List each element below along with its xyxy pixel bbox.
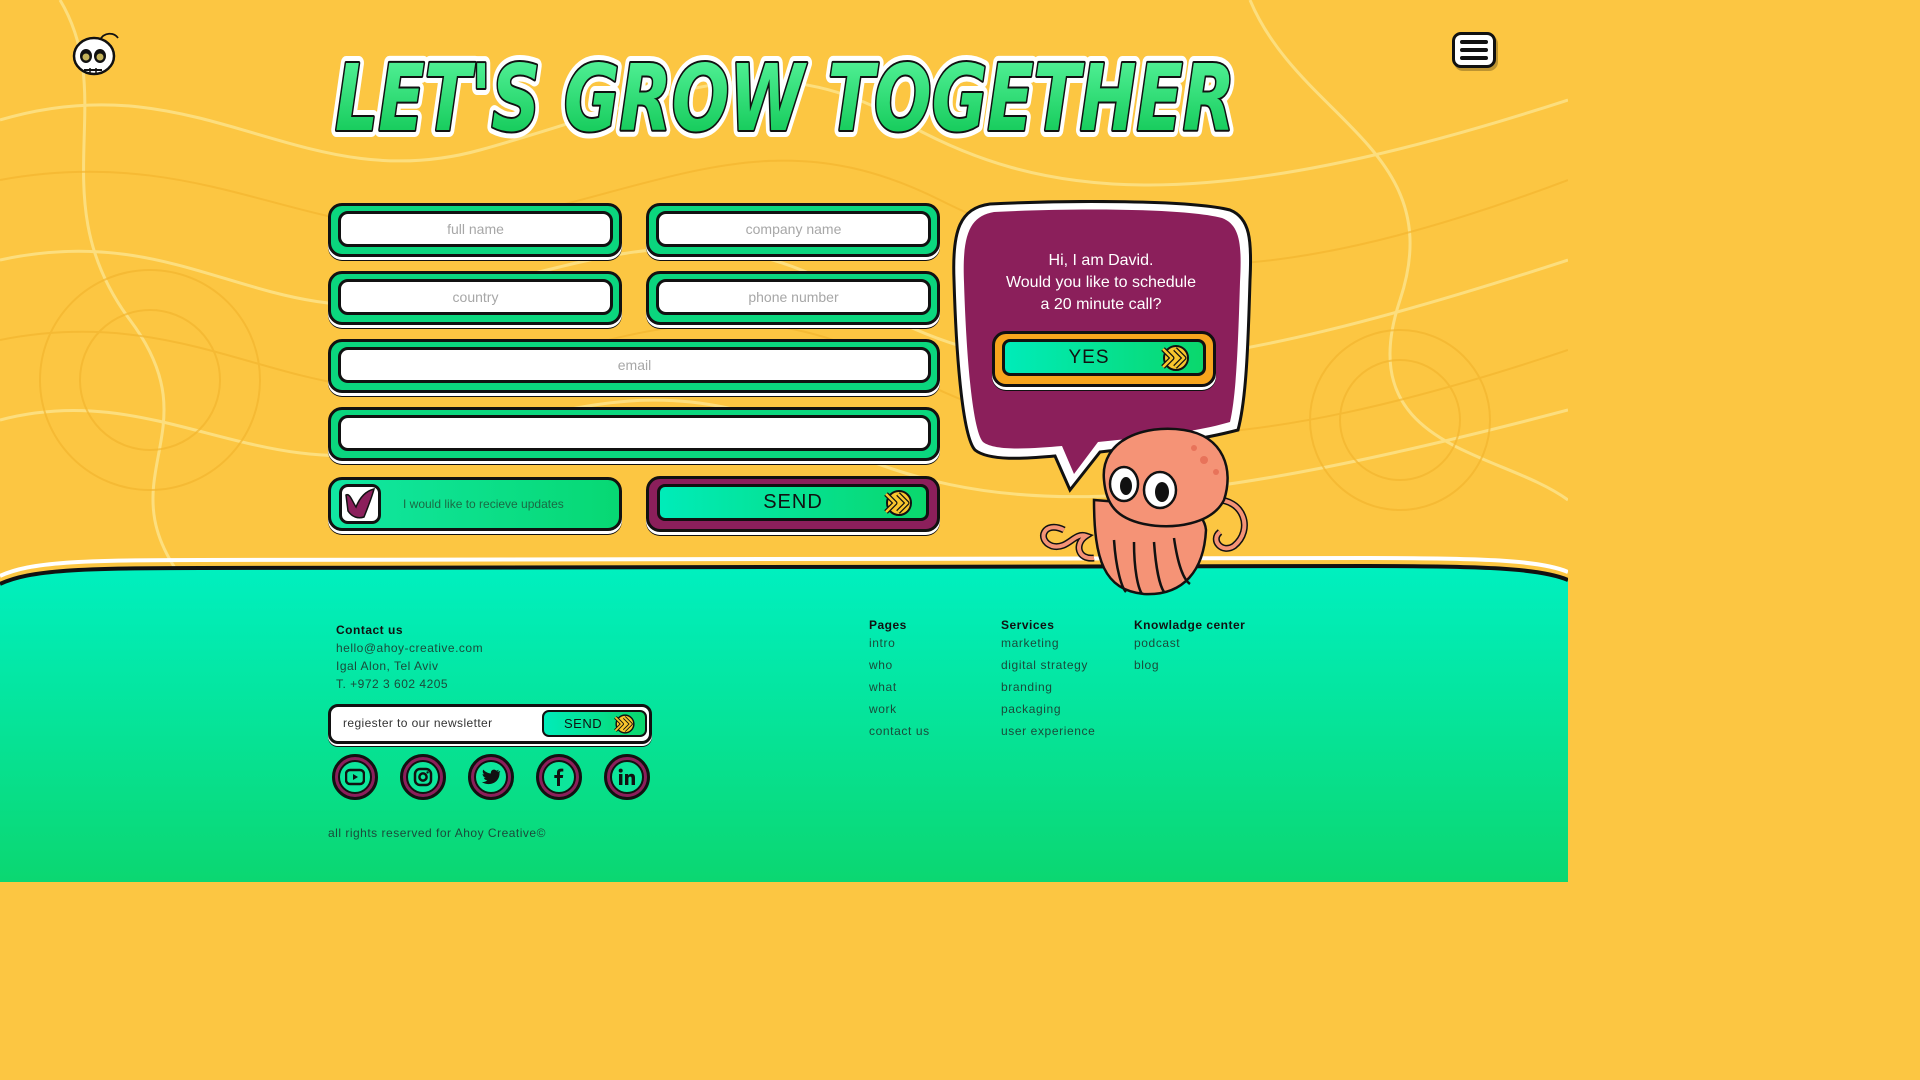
contact-email[interactable]: hello@ahoy-creative.com [336, 641, 483, 655]
copyright-text: all rights reserved for Ahoy Creative© [328, 826, 546, 840]
full-name-field[interactable]: full name [328, 203, 622, 257]
double-chevron-icon [884, 489, 912, 516]
footer-link-marketing[interactable]: marketing [1001, 636, 1059, 650]
full-name-placeholder[interactable]: full name [338, 211, 613, 247]
footer-link-work[interactable]: work [869, 702, 897, 716]
send-label: SEND [763, 491, 823, 513]
footer-link-blog[interactable]: blog [1134, 658, 1159, 672]
yes-label: YES [1068, 346, 1110, 368]
contact-phone[interactable]: T. +972 3 602 4205 [336, 677, 448, 691]
message-field[interactable] [328, 407, 940, 461]
updates-checkbox-pill[interactable]: I would like to recieve updates [328, 477, 622, 531]
email-field[interactable]: email [328, 339, 940, 393]
newsletter-send-label: SEND [564, 716, 603, 731]
footer-link-contact-us[interactable]: contact us [869, 724, 930, 738]
yes-button[interactable]: YES [992, 331, 1216, 387]
hamburger-menu-icon[interactable] [1452, 32, 1496, 68]
footer-link-user-experience[interactable]: user experience [1001, 724, 1095, 738]
newsletter-form: SEND [328, 704, 652, 744]
send-button[interactable]: SEND [646, 476, 940, 532]
newsletter-send-button[interactable]: SEND [542, 710, 647, 737]
menu-bar [1460, 40, 1488, 44]
menu-bar [1460, 56, 1488, 60]
pages-title: Pages [869, 618, 907, 632]
country-field[interactable]: country [328, 271, 622, 325]
double-chevron-icon [1161, 344, 1189, 371]
facebook-icon[interactable] [536, 754, 582, 800]
updates-checkbox[interactable] [339, 484, 381, 524]
email-placeholder[interactable]: email [338, 347, 931, 383]
phone-number-field[interactable]: phone number [646, 271, 940, 325]
updates-label: I would like to recieve updates [403, 497, 564, 511]
linkedin-icon[interactable] [604, 754, 650, 800]
instagram-icon[interactable] [400, 754, 446, 800]
youtube-icon[interactable] [332, 754, 378, 800]
bubble-line: a 20 minute call? [1040, 296, 1162, 313]
message-placeholder[interactable] [338, 415, 931, 451]
company-name-field[interactable]: company name [646, 203, 940, 257]
double-chevron-icon [614, 713, 635, 734]
company-name-placeholder[interactable]: company name [656, 211, 931, 247]
headline-text: LET'S GROW TOGETHER [335, 45, 1235, 152]
phone-number-placeholder[interactable]: phone number [656, 279, 931, 315]
footer-link-branding[interactable]: branding [1001, 680, 1053, 694]
services-title: Services [1001, 618, 1055, 632]
checkmark-icon [345, 487, 376, 519]
footer-link-intro[interactable]: intro [869, 636, 895, 650]
knowledge-title: Knowladge center [1134, 618, 1246, 632]
newsletter-input[interactable] [343, 716, 533, 730]
footer-background [0, 555, 1568, 882]
menu-bar [1460, 48, 1488, 52]
contact-title: Contact us [336, 623, 404, 637]
page-headline: LET'S GROW TOGETHER LET'S GROW TOGETHER [328, 38, 1242, 156]
footer-link-what[interactable]: what [869, 680, 897, 694]
octopus-mascot-icon [1040, 427, 1248, 596]
footer-link-who[interactable]: who [869, 658, 893, 672]
footer-link-digital-strategy[interactable]: digital strategy [1001, 658, 1088, 672]
bubble-line: Hi, I am David. [1048, 252, 1154, 269]
country-placeholder[interactable]: country [338, 279, 613, 315]
footer-link-podcast[interactable]: podcast [1134, 636, 1180, 650]
skull-logo-icon[interactable] [70, 30, 122, 78]
twitter-icon[interactable] [468, 754, 514, 800]
bubble-line: Would you like to schedule [1005, 274, 1197, 291]
bubble-message: Hi, I am David. Would you like to schedu… [985, 250, 1217, 316]
footer-link-packaging[interactable]: packaging [1001, 702, 1061, 716]
contact-address: Igal Alon, Tel Aviv [336, 659, 439, 673]
